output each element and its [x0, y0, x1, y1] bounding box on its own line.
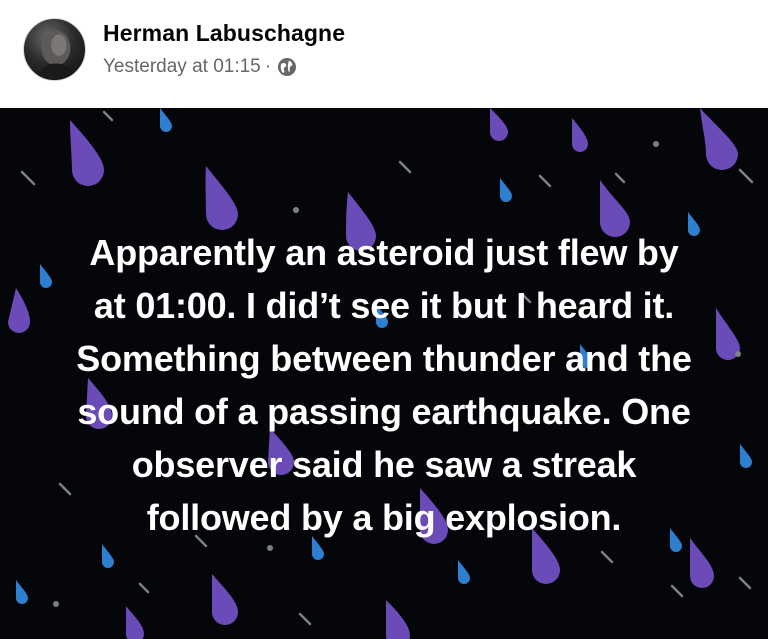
post-text-line: sound of a passing earthquake. One — [77, 391, 691, 432]
post-body-text: Apparently an asteroid just flew by at 0… — [30, 226, 738, 544]
post-header: Herman Labuschagne Yesterday at 01:15 · — [0, 0, 768, 108]
post-text-line: Something between thunder and the — [76, 338, 692, 379]
post-background-image[interactable]: Apparently an asteroid just flew by at 0… — [0, 108, 768, 639]
avatar-photo — [33, 30, 79, 80]
globe-icon[interactable] — [277, 57, 297, 77]
meta-separator: · — [264, 56, 272, 77]
post-text-line: followed by a big explosion. — [146, 497, 622, 538]
post-meta: Yesterday at 01:15 · — [103, 56, 297, 78]
author-avatar[interactable] — [23, 18, 86, 81]
post-text-line: at 01:00. I did’t see it but I heard it. — [93, 285, 675, 326]
post-text-line: observer said he saw a streak — [131, 444, 637, 485]
post-text-line: Apparently an asteroid just flew by — [89, 232, 679, 273]
author-name[interactable]: Herman Labuschagne — [103, 20, 345, 47]
post-timestamp[interactable]: Yesterday at 01:15 — [103, 56, 261, 78]
